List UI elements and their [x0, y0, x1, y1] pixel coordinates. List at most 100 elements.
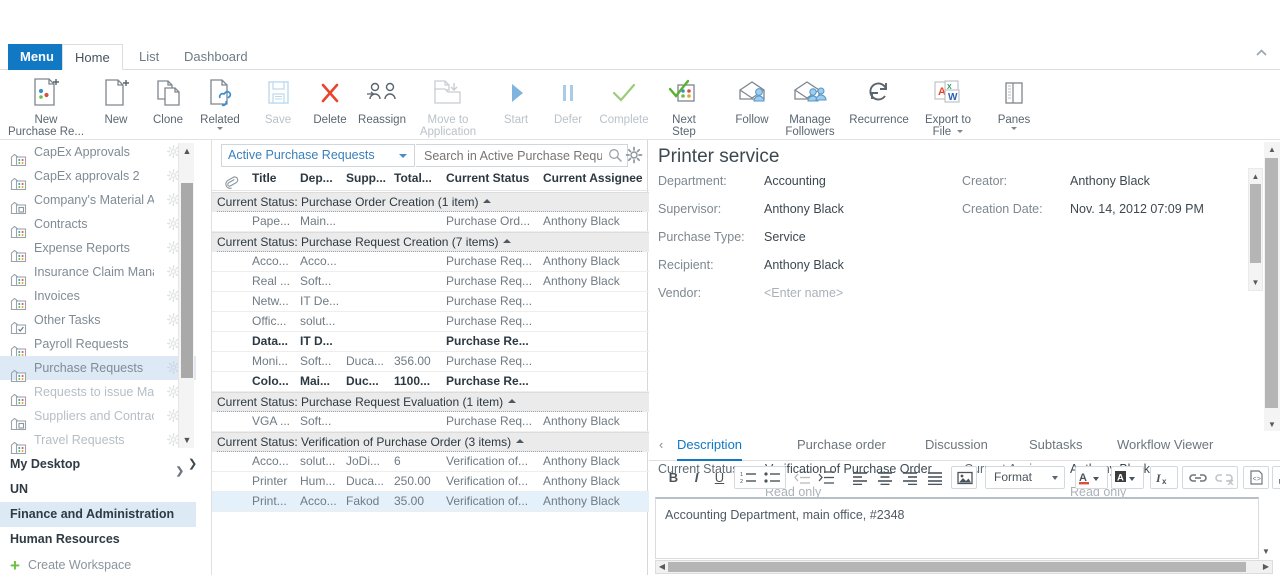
- bulleted-list-icon[interactable]: [761, 466, 783, 489]
- column-header-department[interactable]: Dep...: [300, 171, 340, 185]
- next-step-button[interactable]: Next Step: [652, 74, 716, 138]
- editor-vertical-scrollbar[interactable]: ▼: [1259, 497, 1273, 559]
- detail-panel-scroll-thumb[interactable]: [1265, 158, 1278, 408]
- remove-format-icon[interactable]: I x: [1153, 466, 1175, 489]
- maximize-icon[interactable]: [1275, 466, 1280, 489]
- search-box[interactable]: [416, 144, 628, 167]
- table-row[interactable]: VGA ... Soft... Purchase Req... Anthony Bla…: [212, 412, 649, 432]
- source-code-icon[interactable]: <>: [1246, 466, 1267, 489]
- italic-icon[interactable]: I: [686, 466, 707, 489]
- sidebar-item-invoices[interactable]: Invoices: [0, 284, 196, 311]
- sidebar-item-suppliers-and-contract[interactable]: Suppliers and Contract...: [0, 404, 196, 431]
- sidebar-item-capex-approvals-2[interactable]: CapEx approvals 2: [0, 164, 196, 191]
- align-left-icon[interactable]: [849, 466, 871, 489]
- column-header-current-status[interactable]: Current Status: [446, 171, 540, 185]
- scroll-down-icon[interactable]: ▼: [1259, 545, 1273, 559]
- field-value[interactable]: Nov. 14, 2012 07:09 PM: [1070, 202, 1204, 216]
- chevron-down-icon[interactable]: [217, 127, 223, 130]
- chevron-down-icon[interactable]: [399, 154, 407, 158]
- list-group-header[interactable]: Current Status: Purchase Order Creation …: [212, 192, 649, 212]
- chevron-up-icon[interactable]: [508, 399, 517, 403]
- tab-workflow-viewer[interactable]: Workflow Viewer: [1117, 435, 1213, 461]
- bold-icon[interactable]: B: [663, 466, 684, 489]
- tab-home[interactable]: Home: [62, 44, 123, 70]
- chevron-left-icon[interactable]: ‹: [659, 437, 663, 452]
- sidebar-expand-arrow-icon[interactable]: ❯: [188, 457, 197, 470]
- scroll-left-icon[interactable]: ◀: [656, 561, 668, 573]
- chevron-up-icon[interactable]: [516, 439, 525, 443]
- field-value[interactable]: Anthony Black: [764, 258, 844, 272]
- tab-purchase-order[interactable]: Purchase order: [797, 435, 886, 461]
- sidebar-scroll-thumb[interactable]: [181, 183, 193, 378]
- indent-icon[interactable]: [815, 466, 837, 489]
- field-value[interactable]: Anthony Black: [1070, 174, 1150, 188]
- tab-menu[interactable]: Menu: [8, 44, 66, 70]
- tab-description[interactable]: Description: [677, 435, 743, 461]
- underline-icon[interactable]: U: [709, 466, 730, 489]
- sidebar-item-purchase-requests[interactable]: Purchase Requests: [0, 356, 196, 383]
- chevron-up-icon[interactable]: [483, 199, 492, 203]
- unlink-icon[interactable]: [1211, 466, 1236, 489]
- scroll-down-icon[interactable]: ▼: [1264, 418, 1280, 431]
- outdent-icon[interactable]: [791, 466, 813, 489]
- table-row[interactable]: Offic... solut... Purchase Req...: [212, 312, 649, 332]
- detail-panel-scrollbar[interactable]: ▲ ▼: [1264, 142, 1280, 432]
- column-header-title[interactable]: Title: [252, 171, 290, 185]
- table-row[interactable]: Acco... solut... JoDi... 6 Verification of..…: [212, 452, 649, 472]
- view-selector[interactable]: Active Purchase Requests: [221, 144, 415, 167]
- chevron-down-icon[interactable]: [1052, 476, 1058, 480]
- scroll-up-icon[interactable]: ▲: [1264, 143, 1280, 156]
- scroll-up-icon[interactable]: ▲: [1249, 170, 1262, 183]
- format-dropdown[interactable]: Format: [985, 466, 1065, 489]
- background-color-icon[interactable]: A: [1114, 466, 1141, 489]
- sidebar-group-finance-and-administration[interactable]: Finance and Administration: [0, 502, 196, 527]
- sidebar-group-human-resources[interactable]: Human Resources: [0, 527, 196, 552]
- search-input[interactable]: [422, 145, 604, 166]
- sidebar-item-travel-requests[interactable]: Travel Requests: [0, 428, 196, 455]
- new-purchase-request-button[interactable]: New Purchase Re...: [4, 74, 88, 138]
- align-center-icon[interactable]: [874, 466, 896, 489]
- field-value[interactable]: <Enter name>: [764, 286, 843, 300]
- chevron-up-icon[interactable]: [1256, 49, 1270, 63]
- sidebar-scrollbar[interactable]: ▲ ▼: [178, 143, 194, 448]
- panes-button[interactable]: Panes: [982, 74, 1046, 130]
- tab-dashboard[interactable]: Dashboard: [172, 44, 260, 70]
- align-right-icon[interactable]: [899, 466, 921, 489]
- column-header-current-assignee[interactable]: Current Assignee: [543, 171, 643, 185]
- text-color-icon[interactable]: A: [1078, 466, 1105, 489]
- tab-list[interactable]: List: [127, 44, 171, 70]
- list-group-header[interactable]: Current Status: Purchase Request Evaluat…: [212, 392, 649, 412]
- sidebar-group-my-desktop[interactable]: My Desktop ❯: [0, 452, 196, 477]
- detail-fields-scrollbar[interactable]: ▲ ▼: [1248, 168, 1263, 291]
- editor-hscroll-thumb[interactable]: [668, 562, 1246, 572]
- search-icon[interactable]: [608, 148, 623, 163]
- column-header-supplier[interactable]: Supp...: [346, 171, 390, 185]
- field-value[interactable]: Accounting: [764, 174, 826, 188]
- field-value[interactable]: Anthony Black: [764, 202, 844, 216]
- sidebar-item-requests-to-issue-mate[interactable]: Requests to issue Mate...: [0, 380, 196, 407]
- sidebar-item-company-s-material-as[interactable]: Company's Material As...: [0, 188, 196, 215]
- table-row[interactable]: Data... IT D... Purchase Re...: [212, 332, 649, 352]
- insert-image-icon[interactable]: [954, 466, 975, 489]
- list-group-header[interactable]: Current Status: Verification of Purchase…: [212, 432, 649, 452]
- sidebar-item-expense-reports[interactable]: Expense Reports: [0, 236, 196, 263]
- sidebar-item-insurance-claim-mana[interactable]: Insurance Claim Mana...: [0, 260, 196, 287]
- table-row[interactable]: Moni... Soft... Duca... 356.00 Purchase Req.…: [212, 352, 649, 372]
- table-row[interactable]: Acco... Acco... Purchase Req... Anthony Bla…: [212, 252, 649, 272]
- sidebar-item-capex-approvals[interactable]: CapEx Approvals: [0, 140, 196, 167]
- related-button[interactable]: Related: [188, 74, 252, 130]
- reassign-button[interactable]: Reassign: [350, 74, 414, 126]
- chevron-down-icon[interactable]: [1011, 127, 1017, 130]
- sidebar-item-payroll-requests[interactable]: Payroll Requests: [0, 332, 196, 359]
- tab-subtasks[interactable]: Subtasks: [1029, 435, 1082, 461]
- scroll-up-icon[interactable]: ▲: [179, 143, 195, 159]
- list-settings-gear-icon[interactable]: [625, 146, 643, 164]
- numbered-list-icon[interactable]: 1 2: [737, 466, 759, 489]
- table-row[interactable]: Real ... Soft... Purchase Req... Anthony Bl…: [212, 272, 649, 292]
- export-to-file-button[interactable]: A X W Export to File: [906, 74, 990, 138]
- table-row[interactable]: Colo... Mai... Duc... 1100... Purchase Re...: [212, 372, 649, 392]
- table-row[interactable]: Printer Hum... Duca... 250.00 Verification o…: [212, 472, 649, 492]
- scroll-down-icon[interactable]: ▼: [179, 432, 195, 448]
- scroll-right-icon[interactable]: ▶: [1260, 561, 1272, 573]
- table-row[interactable]: Netw... IT De... Purchase Req...: [212, 292, 649, 312]
